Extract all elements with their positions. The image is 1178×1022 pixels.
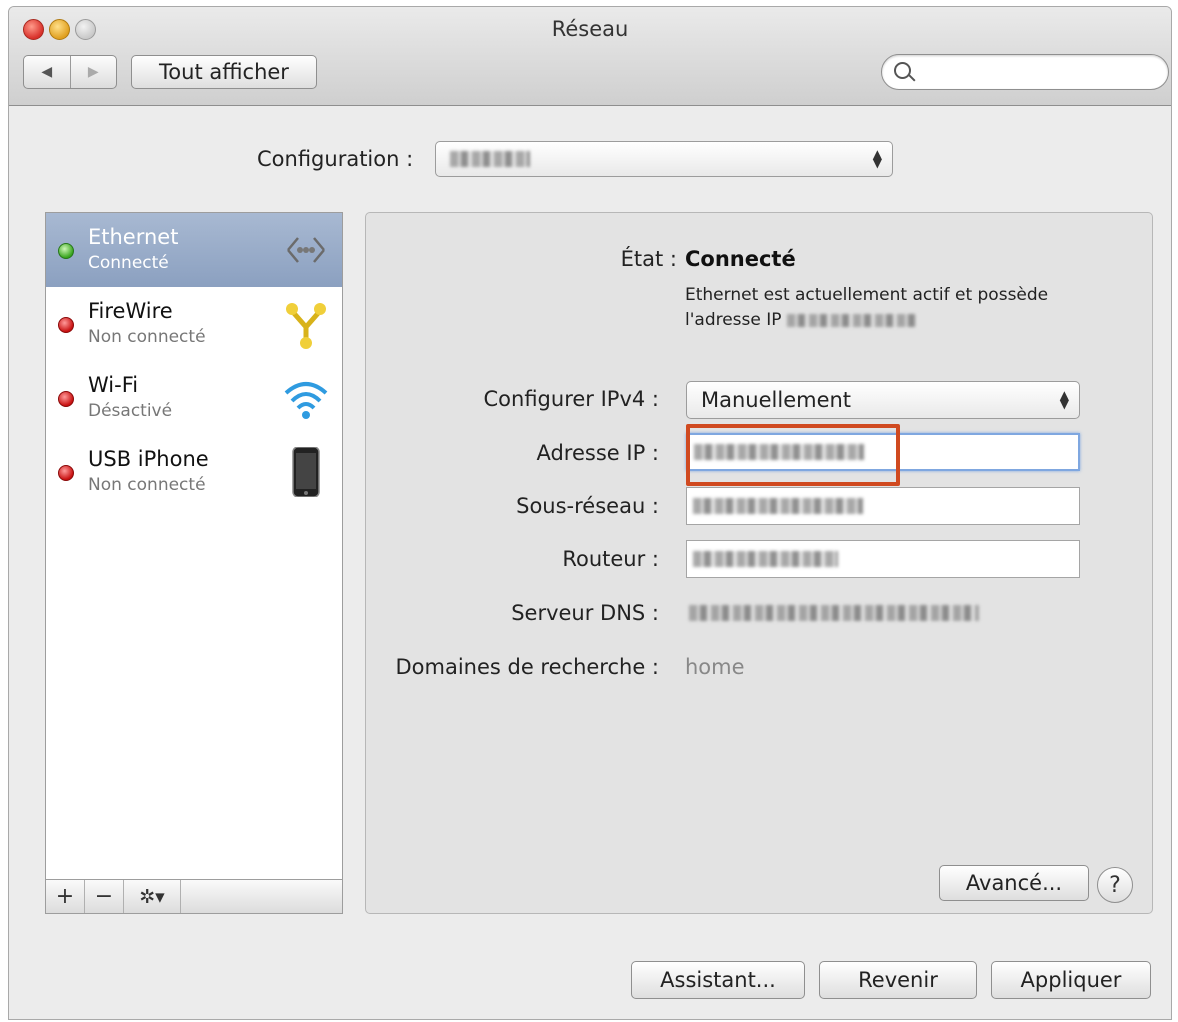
configuration-popup[interactable]: ▲ ▼: [435, 141, 893, 177]
router-value-obscured: [693, 551, 838, 567]
service-list-toolbar: + − ✲▾: [45, 880, 343, 914]
service-name: FireWire: [88, 299, 173, 323]
network-preferences-window: Réseau ◀ ▶ Tout afficher Configuration :…: [8, 6, 1172, 1020]
status-dot-red: [58, 465, 74, 481]
ip-address-obscured: [786, 313, 917, 327]
dns-server-value-obscured: [689, 605, 979, 621]
search-domains-value: home: [685, 655, 745, 679]
back-forward-control: ◀ ▶: [23, 55, 117, 89]
forward-button[interactable]: ▶: [69, 56, 117, 88]
ethernet-icon: [287, 237, 325, 263]
subnet-value-obscured: [693, 498, 863, 514]
service-status: Désactivé: [88, 401, 173, 421]
service-list: Ethernet Connecté FireWire Non connecté …: [45, 212, 343, 880]
configure-ipv4-value: Manuellement: [701, 388, 852, 412]
status-dot-green: [58, 243, 74, 259]
ip-address-label: Adresse IP :: [536, 441, 659, 465]
advanced-button[interactable]: Avancé...: [939, 865, 1089, 901]
popup-arrows-icon: ▲ ▼: [872, 147, 882, 170]
apply-button[interactable]: Appliquer: [991, 961, 1151, 999]
service-name: Wi-Fi: [88, 373, 139, 397]
remove-service-button[interactable]: −: [85, 880, 124, 913]
subnet-field[interactable]: [686, 487, 1080, 525]
dns-server-label: Serveur DNS :: [511, 601, 659, 625]
configure-ipv4-popup[interactable]: Manuellement ▲ ▼: [686, 381, 1080, 419]
service-name: Ethernet: [88, 225, 179, 249]
assistant-button[interactable]: Assistant...: [631, 961, 805, 999]
status-dot-red: [58, 317, 74, 333]
search-field[interactable]: [881, 54, 1169, 90]
connection-description: Ethernet est actuellement actif et possè…: [685, 283, 1105, 333]
back-button[interactable]: ◀: [24, 56, 70, 88]
service-item-firewire[interactable]: FireWire Non connecté: [46, 287, 342, 361]
service-item-usb-iphone[interactable]: USB iPhone Non connecté: [46, 435, 342, 509]
service-status: Non connecté: [88, 327, 206, 347]
service-item-ethernet[interactable]: Ethernet Connecté: [46, 213, 342, 287]
state-label: État :: [620, 247, 677, 271]
iphone-icon: [292, 447, 320, 497]
service-name: USB iPhone: [88, 447, 209, 471]
service-status: Non connecté: [88, 475, 206, 495]
popup-arrows-icon: ▲ ▼: [1059, 388, 1069, 411]
gear-menu-button[interactable]: ✲▾: [124, 880, 181, 913]
subnet-label: Sous-réseau :: [516, 494, 659, 518]
revert-button[interactable]: Revenir: [819, 961, 977, 999]
search-icon: [894, 62, 911, 79]
show-all-button[interactable]: Tout afficher: [131, 55, 317, 89]
search-domains-label: Domaines de recherche :: [395, 655, 659, 679]
help-button[interactable]: ?: [1097, 867, 1133, 903]
ip-address-highlight-box: [686, 424, 900, 486]
status-dot-red: [58, 391, 74, 407]
configuration-label: Configuration :: [257, 147, 414, 171]
window-title: Réseau: [551, 17, 629, 41]
configure-ipv4-label: Configurer IPv4 :: [483, 387, 660, 411]
firewire-icon: [286, 303, 326, 349]
router-field[interactable]: [686, 540, 1080, 578]
state-value: Connecté: [685, 247, 796, 271]
router-label: Routeur :: [562, 547, 659, 571]
wifi-icon: [284, 382, 328, 419]
service-status: Connecté: [88, 253, 169, 273]
service-item-wifi[interactable]: Wi-Fi Désactivé: [46, 361, 342, 435]
title-bar: Réseau ◀ ▶ Tout afficher: [9, 7, 1171, 106]
add-service-button[interactable]: +: [46, 880, 85, 913]
configuration-value-obscured: [450, 151, 530, 167]
